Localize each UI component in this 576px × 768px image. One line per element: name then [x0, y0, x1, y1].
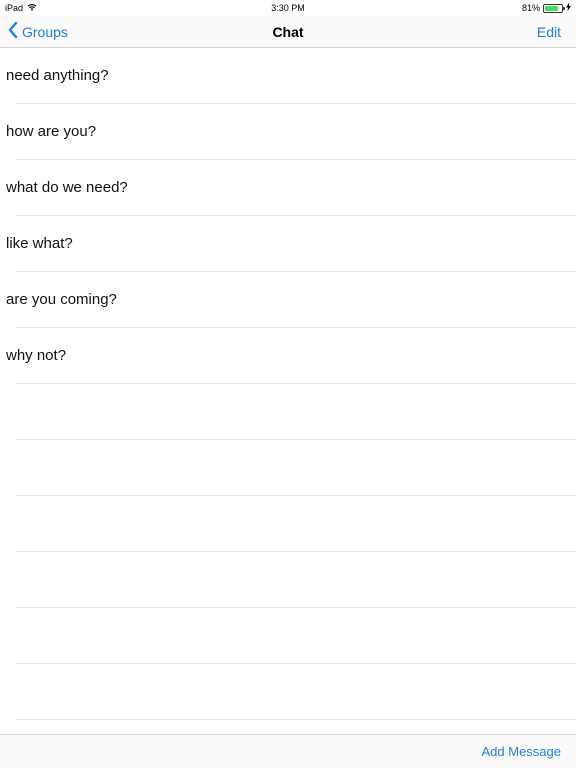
bottom-toolbar: Add Message [0, 734, 576, 768]
table-row[interactable]: are you coming? [0, 272, 576, 328]
table-row[interactable] [0, 440, 576, 496]
table-row[interactable] [0, 552, 576, 608]
page-title: Chat [272, 24, 304, 40]
table-row[interactable]: need anything? [0, 48, 576, 104]
table-row[interactable] [0, 608, 576, 664]
edit-button[interactable]: Edit [537, 24, 561, 40]
message-text: need anything? [6, 67, 109, 84]
battery-tip [563, 6, 565, 10]
bolt-icon [566, 3, 571, 13]
table-row[interactable] [0, 384, 576, 440]
table-row[interactable]: why not? [0, 328, 576, 384]
message-text: how are you? [6, 123, 97, 140]
message-text: are you coming? [6, 291, 117, 308]
navigation-bar: Groups Chat Edit [0, 16, 576, 48]
message-text: what do we need? [6, 179, 128, 196]
add-message-button[interactable]: Add Message [482, 744, 562, 759]
battery-icon [543, 3, 565, 13]
status-right: 81% [522, 3, 571, 13]
table-row[interactable] [0, 664, 576, 720]
table-row[interactable]: what do we need? [0, 160, 576, 216]
battery-fill [545, 5, 558, 11]
table-row[interactable]: like what? [0, 216, 576, 272]
status-time: 3:30 PM [271, 3, 305, 13]
table-row[interactable] [0, 496, 576, 552]
table-row[interactable]: how are you? [0, 104, 576, 160]
battery-percent: 81% [521, 3, 540, 13]
message-text: like what? [6, 235, 73, 252]
message-text: why not? [6, 347, 67, 364]
message-table: need anything? how are you? what do we nee… [0, 48, 576, 768]
status-bar: iPad 3:30 PM 81% [0, 0, 576, 16]
